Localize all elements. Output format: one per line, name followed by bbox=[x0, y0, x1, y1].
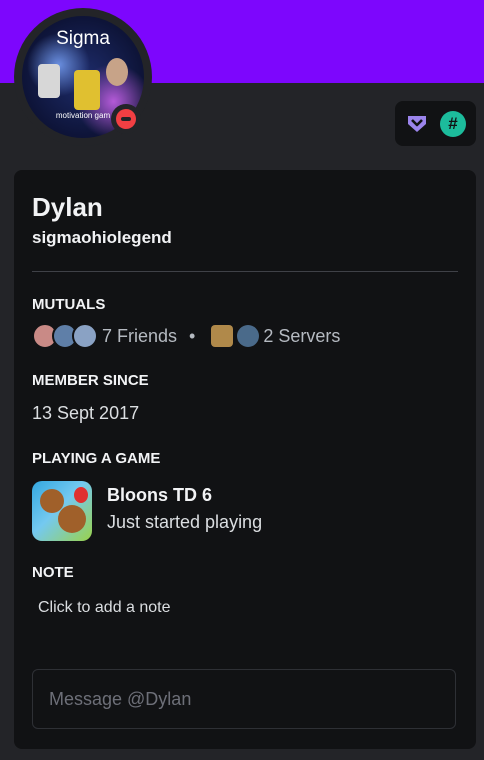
username: sigmaohiolegend bbox=[32, 228, 172, 247]
mutual-servers-label: 2 Servers bbox=[263, 325, 341, 346]
activity-header: PLAYING A GAME bbox=[32, 450, 161, 467]
mutual-servers-button[interactable]: 2 Servers bbox=[207, 325, 340, 347]
profile-card: Dylan sigmaohiolegend MUTUALS 7 Friends … bbox=[14, 170, 476, 749]
hashtag-icon[interactable]: # bbox=[440, 110, 466, 137]
balloon-icon bbox=[74, 487, 88, 503]
separator-dot: • bbox=[189, 325, 196, 346]
mutual-friends-button[interactable]: 7 Friends bbox=[32, 323, 177, 349]
avatar-frame: Sigma motivation gam bbox=[14, 8, 152, 146]
mutuals-header: MUTUALS bbox=[32, 296, 106, 313]
avatar-figure bbox=[74, 70, 100, 110]
member-since-header: MEMBER SINCE bbox=[32, 372, 149, 389]
friend-avatar bbox=[72, 323, 98, 349]
avatar-title: Sigma bbox=[56, 28, 110, 49]
avatar-figure bbox=[38, 64, 60, 98]
member-since-date: 13 Sept 2017 bbox=[32, 403, 140, 423]
note-input[interactable]: Click to add a note bbox=[38, 599, 171, 617]
badge-list: # bbox=[395, 101, 476, 146]
avatar-figure bbox=[106, 58, 128, 86]
game-status: Just started playing bbox=[107, 512, 263, 532]
message-input[interactable] bbox=[32, 669, 456, 729]
status-indicator bbox=[111, 104, 141, 134]
monkey-icon bbox=[58, 505, 86, 533]
hypesquad-icon[interactable] bbox=[405, 112, 429, 136]
game-title: Bloons TD 6 bbox=[107, 485, 213, 505]
do-not-disturb-icon bbox=[116, 109, 136, 129]
divider bbox=[32, 271, 458, 272]
server-icon bbox=[211, 325, 234, 347]
display-name: Dylan bbox=[32, 192, 103, 222]
note-header: NOTE bbox=[32, 564, 74, 581]
server-icon bbox=[237, 325, 260, 347]
mutual-friends-label: 7 Friends bbox=[102, 325, 178, 346]
mutuals-row: 7 Friends • 2 Servers bbox=[32, 323, 340, 349]
game-icon bbox=[32, 481, 92, 541]
